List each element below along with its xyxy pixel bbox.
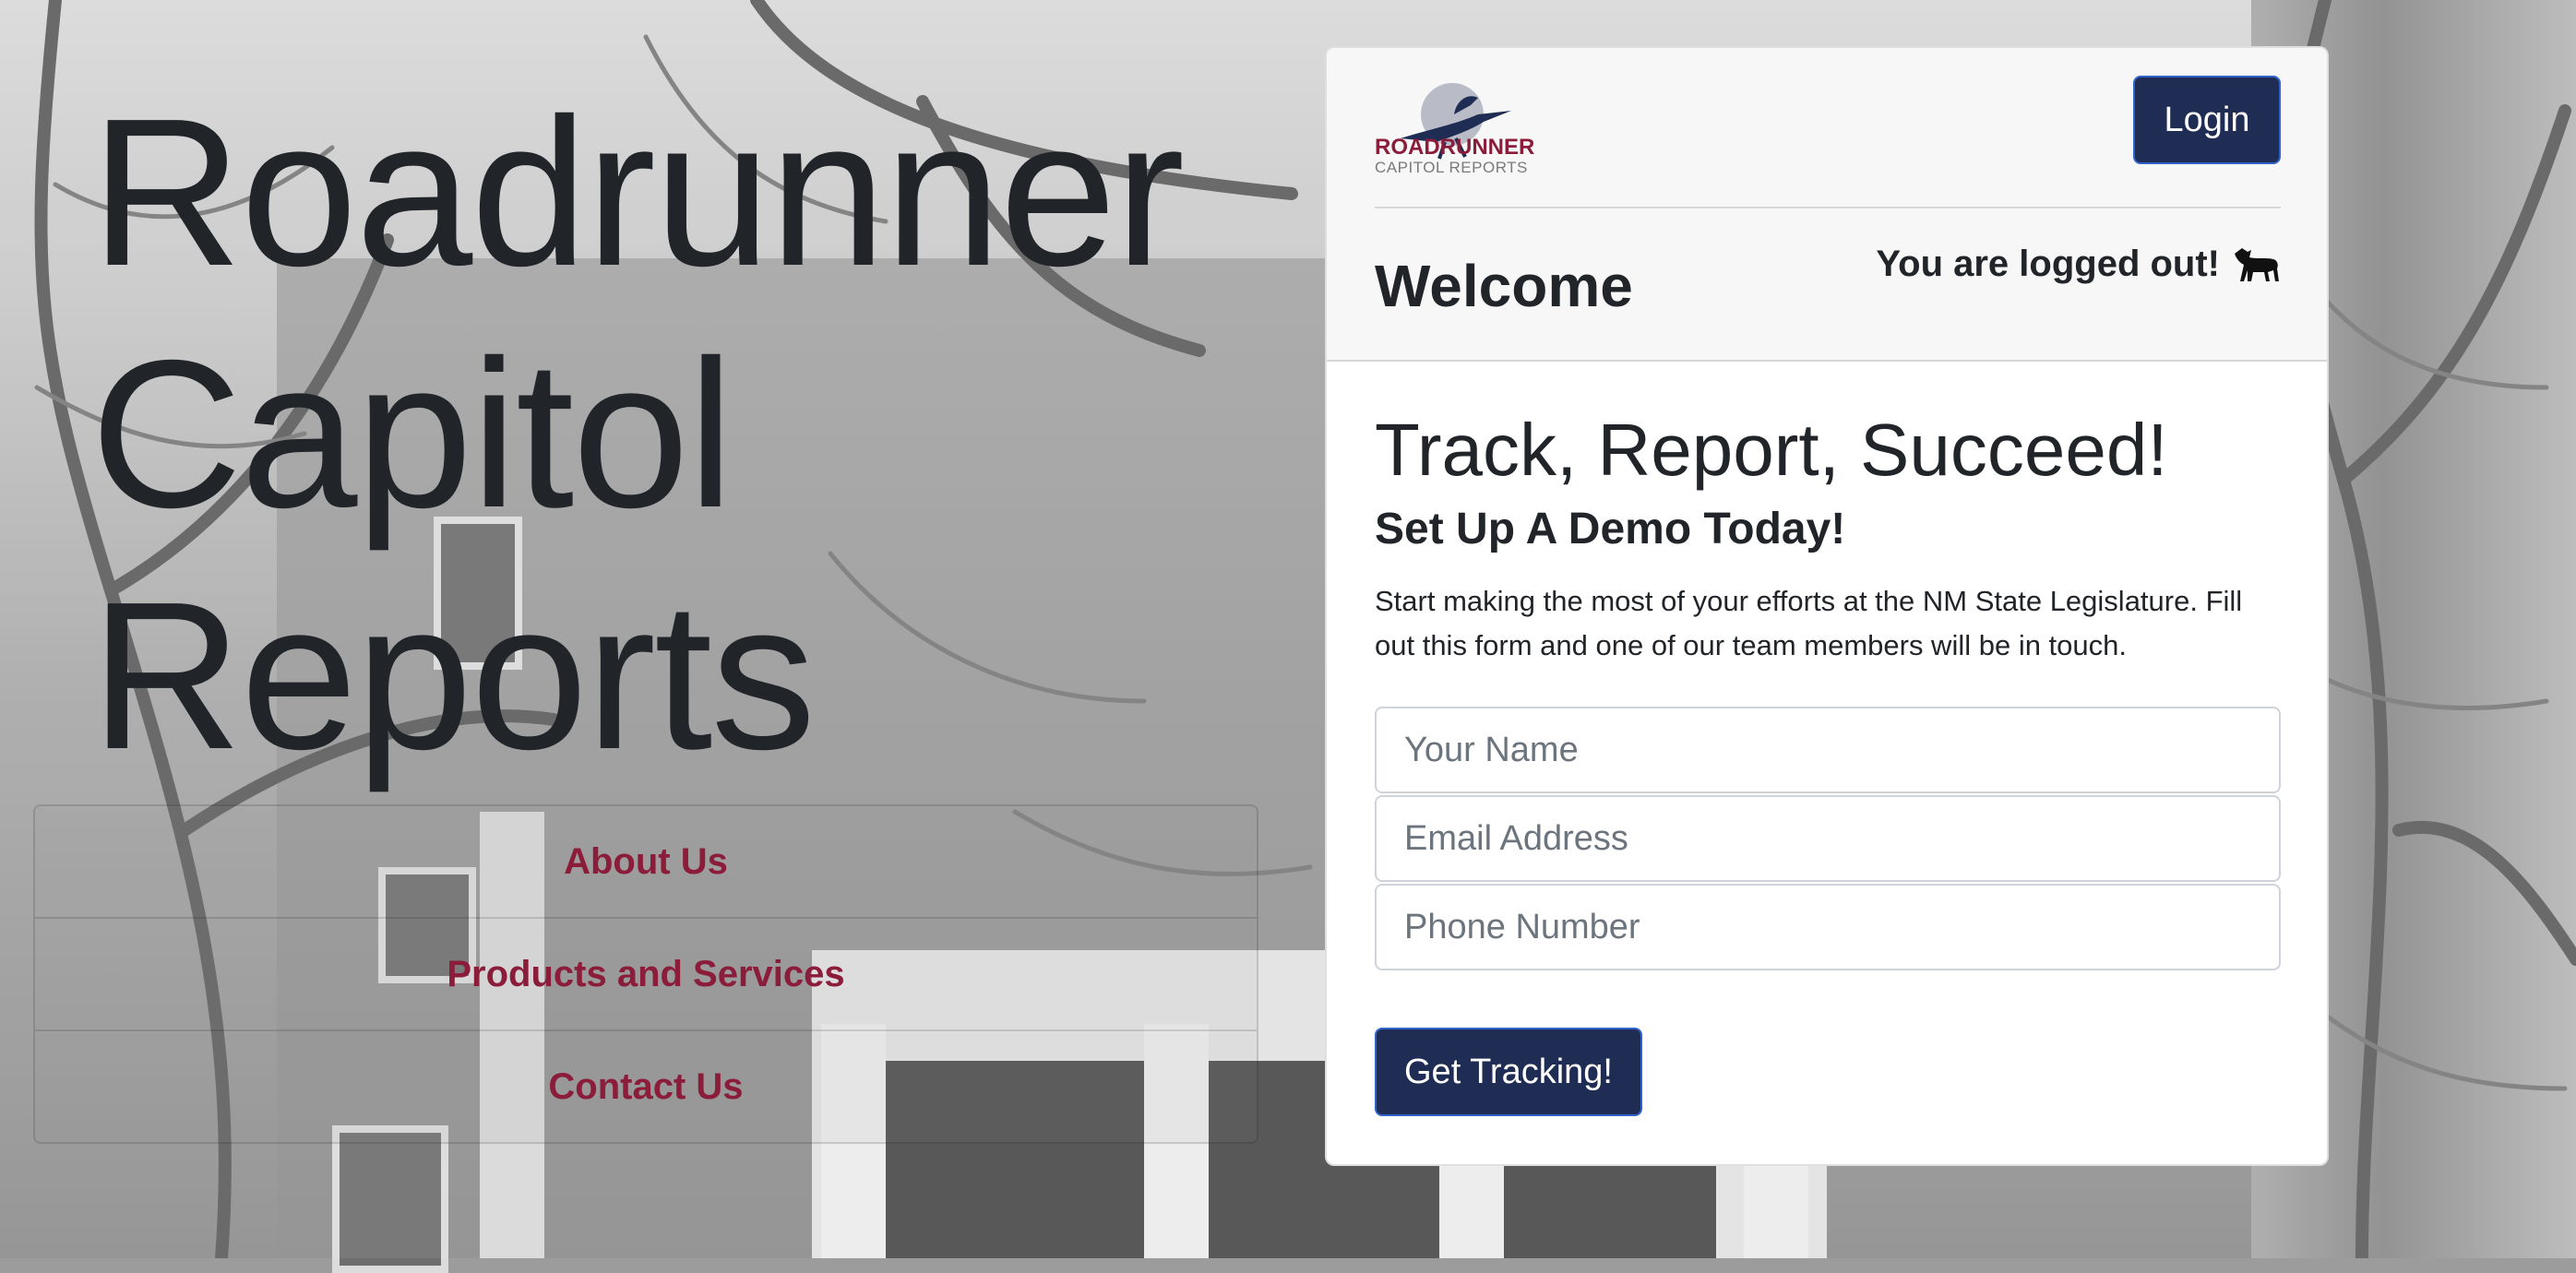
hero-title: Roadrunner Capitol Reports (90, 72, 1290, 797)
nav-item-contact-us[interactable]: Contact Us (35, 1031, 1257, 1142)
card-header: ROADRUNNER CAPITOL REPORTS Login Welcome… (1327, 48, 2327, 362)
coyote-icon (2235, 247, 2279, 281)
intro-text: Start making the most of your efforts at… (1375, 585, 2243, 661)
hero-title-line1: Roadrunner (90, 76, 1185, 310)
welcome-heading: Welcome (1375, 253, 1633, 319)
login-status: You are logged out! (1876, 244, 2281, 285)
demo-heading: Set Up A Demo Today! (1375, 505, 1846, 553)
hero-title-line2: Capitol (90, 317, 734, 552)
header-divider (1375, 207, 2281, 208)
login-button[interactable]: Login (2133, 76, 2281, 164)
logo-subtitle: CAPITOL REPORTS (1375, 159, 1528, 176)
get-tracking-button[interactable]: Get Tracking! (1375, 1028, 1642, 1116)
name-input[interactable] (1375, 707, 2281, 793)
phone-input[interactable] (1375, 884, 2281, 970)
card-body: Track, Report, Succeed! Set Up A Demo To… (1327, 362, 2327, 1116)
hero-title-line3: Reports (90, 559, 816, 793)
logo-wordmark: ROADRUNNER (1375, 135, 1535, 160)
demo-form: Get Tracking! (1375, 707, 2281, 1116)
nav-item-products-and-services[interactable]: Products and Services (35, 919, 1257, 1031)
demo-card: ROADRUNNER CAPITOL REPORTS Login Welcome… (1325, 46, 2329, 1166)
nav-list: About Us Products and Services Contact U… (33, 804, 1258, 1144)
nav-item-about-us[interactable]: About Us (35, 806, 1257, 919)
tagline: Track, Report, Succeed! (1375, 409, 2168, 491)
login-status-text: You are logged out! (1876, 244, 2220, 284)
email-input[interactable] (1375, 795, 2281, 882)
